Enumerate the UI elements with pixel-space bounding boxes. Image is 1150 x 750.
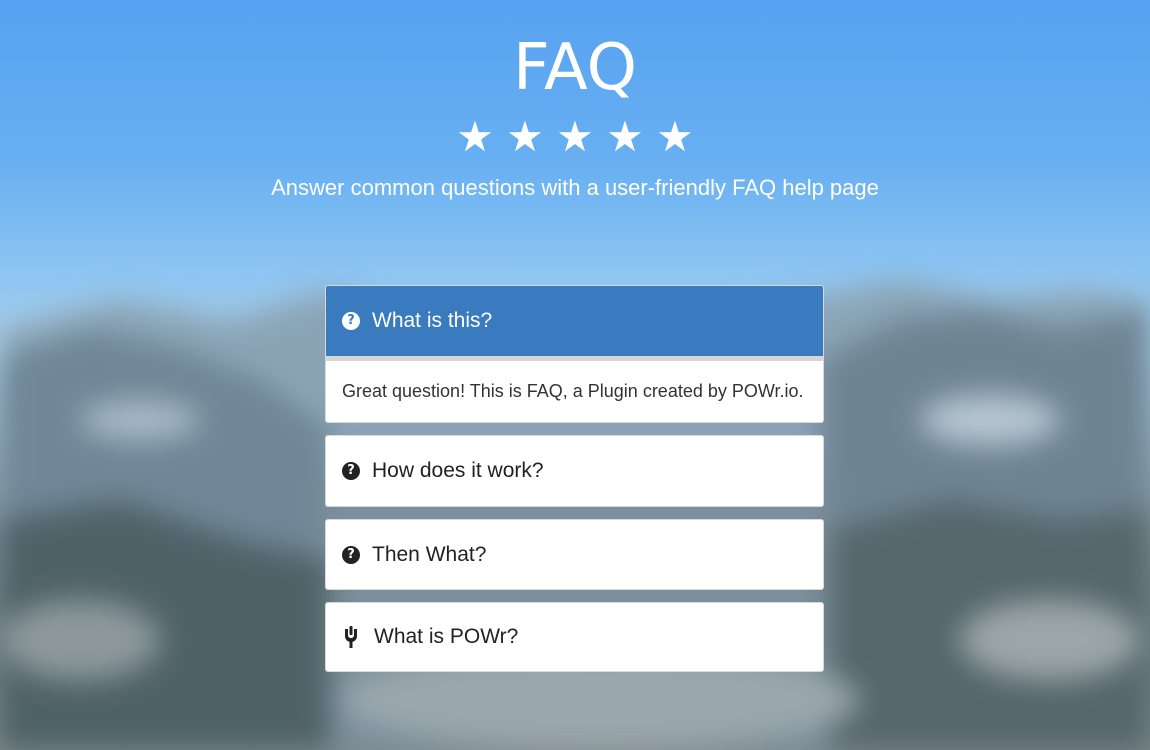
star-icon: ★ [656,112,694,161]
faq-question-toggle[interactable]: ? Then What? [326,520,823,589]
faq-question-label: Then What? [372,542,487,566]
faq-question-toggle[interactable]: ? What is this? [326,286,823,356]
faq-item: ? Then What? [325,519,824,590]
faq-item: ? How does it work? [325,435,824,507]
star-icon: ★ [506,112,544,161]
faq-question-label: What is POWr? [374,625,519,648]
faq-list: ? What is this? Great question! This is … [325,285,824,684]
faq-question-label: How does it work? [372,459,544,482]
faq-question-label: What is this? [372,309,493,332]
star-icon: ★ [456,112,494,161]
page-title: FAQ [513,31,637,105]
faq-answer: Great question! This is FAQ, a Plugin cr… [342,381,804,401]
faq-item: What is POWr? [325,602,824,672]
power-plug-icon [342,626,360,648]
page-subtitle: Answer common questions with a user-frie… [271,175,879,200]
star-icon: ★ [606,112,644,161]
star-icon: ★ [556,112,594,161]
question-circle-icon: ? [342,462,360,480]
star-rating: ★ ★ ★ ★ ★ [0,112,1150,162]
faq-item: ? What is this? Great question! This is … [325,285,824,423]
question-circle-icon: ? [342,312,360,330]
faq-question-toggle[interactable]: ? How does it work? [326,436,823,506]
faq-question-toggle[interactable]: What is POWr? [326,603,823,671]
question-circle-icon: ? [342,545,360,564]
